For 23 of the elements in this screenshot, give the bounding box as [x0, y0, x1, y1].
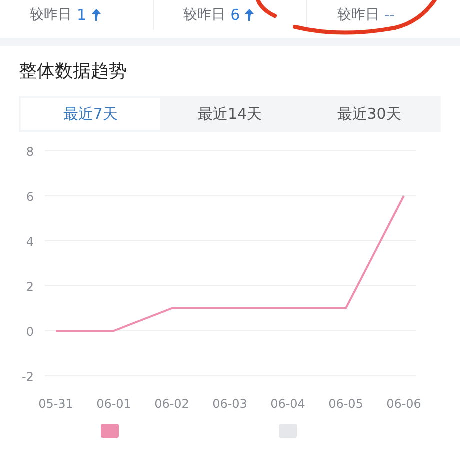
range-tab[interactable]: 最近7天	[21, 98, 160, 130]
y-tick-label: 0	[26, 325, 34, 339]
stat-label: 较昨日	[337, 6, 380, 24]
y-tick-label: 4	[26, 235, 34, 249]
range-tab[interactable]: 最近14天	[160, 98, 300, 130]
x-tick-label: 06-05	[328, 397, 364, 411]
section-title: 整体数据趋势	[19, 60, 128, 84]
y-tick-label: -2	[22, 370, 34, 384]
stat-value: 6	[230, 6, 240, 24]
x-tick-label: 06-02	[154, 397, 190, 411]
x-tick-label: 06-01	[96, 397, 132, 411]
x-tick-label: 06-03	[212, 397, 248, 411]
x-tick-label: 06-04	[270, 397, 306, 411]
x-tick-label: 06-06	[386, 397, 422, 411]
stat-label: 较昨日	[30, 6, 72, 24]
stat-value: --	[384, 6, 396, 24]
y-tick-label: 6	[26, 190, 34, 204]
stat-label: 较昨日	[184, 6, 226, 24]
stat-value: 1	[77, 6, 87, 24]
range-tab[interactable]: 最近30天	[300, 98, 439, 130]
x-tick-label: 05-31	[38, 397, 74, 411]
y-tick-label: 8	[26, 145, 34, 159]
y-tick-label: 2	[26, 280, 34, 294]
